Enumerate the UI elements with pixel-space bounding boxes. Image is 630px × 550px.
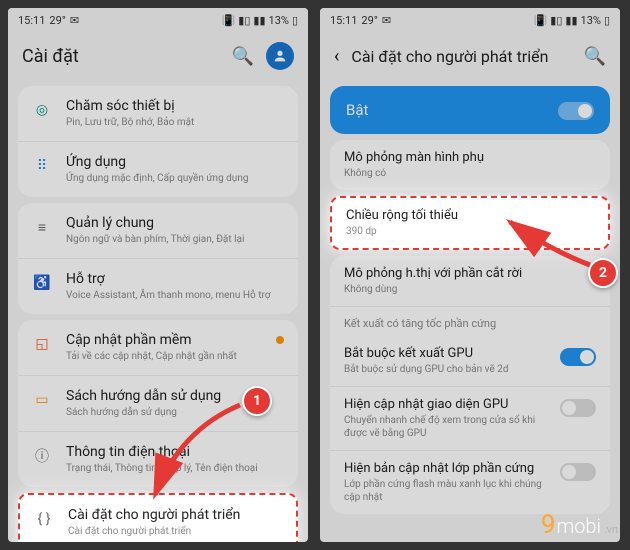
item-smallest-width[interactable]: Chiều rộng tối thiểu390 dp xyxy=(332,198,608,248)
developer-icon: { } xyxy=(34,509,54,529)
vibrate-icon: 📳 xyxy=(534,14,548,27)
item-gpu-view-updates[interactable]: Hiện cập nhật giao diện GPUChuyển nhanh … xyxy=(330,387,610,451)
settings-item-accessibility[interactable]: ♿ Hỗ trợVoice Assistant, Âm thanh mono, … xyxy=(18,259,298,314)
battery-text: 13% xyxy=(269,14,289,27)
settings-item-software-update[interactable]: ◱ Cập nhật phần mềmTải về các cập nhật, … xyxy=(18,320,298,376)
toggle-switch[interactable] xyxy=(560,348,596,366)
temp: 29° xyxy=(361,14,377,27)
search-icon[interactable]: 🔍 xyxy=(584,46,606,67)
signal2-icon: ▮▮ xyxy=(565,14,577,27)
marker-2: 2 xyxy=(588,258,618,288)
item-hw-layer-updates[interactable]: Hiện bản cập nhật lớp phần cứngLớp phần … xyxy=(330,451,610,514)
item-force-gpu[interactable]: Bắt buộc kết xuất GPUBắt buộc sử dụng GP… xyxy=(330,336,610,387)
mail-icon: ✉ xyxy=(70,14,79,27)
marker-1: 1 xyxy=(242,386,272,416)
toggle-label: Bật xyxy=(346,101,368,119)
signal-icon: ▮▯ xyxy=(238,14,250,27)
toggle-switch[interactable] xyxy=(558,102,594,120)
search-icon[interactable]: 🔍 xyxy=(232,46,254,67)
settings-item-device-care[interactable]: ◎ Chăm sóc thiết bị Pin, Lưu trữ, Bộ nhớ,… xyxy=(18,86,298,142)
mail-icon: ✉ xyxy=(382,14,391,27)
master-toggle[interactable]: Bật xyxy=(330,86,610,134)
device-care-icon: ◎ xyxy=(32,100,52,120)
time: 15:11 xyxy=(18,14,45,27)
section-header-hw-rendering: Kết xuất có tăng tốc phần cứng xyxy=(330,307,610,336)
temp: 29° xyxy=(49,14,65,27)
page-title: Cài đặt xyxy=(22,46,220,67)
vibrate-icon: 📳 xyxy=(222,14,236,27)
signal2-icon: ▮▮ xyxy=(253,14,265,27)
battery-icon: ▯ xyxy=(292,14,298,27)
accessibility-icon: ♿ xyxy=(32,273,52,293)
settings-item-about[interactable]: ⓘ Thông tin điện thoạiTrạng thái, Thông … xyxy=(18,432,298,487)
about-icon: ⓘ xyxy=(32,446,52,466)
item-title: Chăm sóc thiết bị xyxy=(66,98,284,114)
item-display-cutout[interactable]: Mô phỏng h.thị với phần cắt rờiKhông dùn… xyxy=(330,256,610,307)
page-title: Cài đặt cho người phát triển xyxy=(351,47,571,66)
avatar[interactable] xyxy=(266,42,294,70)
settings-item-general[interactable]: ≡ Quản lý chungNgôn ngữ và bàn phím, Thờ… xyxy=(18,203,298,259)
settings-item-apps[interactable]: ⠿ Ứng dụngỨng dụng mặc định, Cấp quyền ứ… xyxy=(18,142,298,197)
toggle-switch[interactable] xyxy=(560,399,596,417)
update-badge xyxy=(276,336,284,344)
item-sub: Pin, Lưu trữ, Bộ nhớ, Bảo mật xyxy=(66,116,284,129)
manual-icon: ▭ xyxy=(32,390,52,410)
update-icon: ◱ xyxy=(32,334,52,354)
signal-icon: ▮▯ xyxy=(550,14,562,27)
general-icon: ≡ xyxy=(32,217,52,237)
battery-icon: ▯ xyxy=(604,14,610,27)
item-simulate-secondary-display[interactable]: Mô phỏng màn hình phụKhông có xyxy=(330,140,610,190)
toggle-switch[interactable] xyxy=(560,463,596,481)
brand-logo: 9mobi.vn xyxy=(541,510,618,540)
time: 15:11 xyxy=(330,14,357,27)
battery-text: 13% xyxy=(581,14,601,27)
settings-item-developer-options[interactable]: { } Cài đặt cho người phát triểnCài đặt … xyxy=(20,495,296,542)
apps-icon: ⠿ xyxy=(32,156,52,176)
back-icon[interactable]: ‹ xyxy=(334,46,339,67)
